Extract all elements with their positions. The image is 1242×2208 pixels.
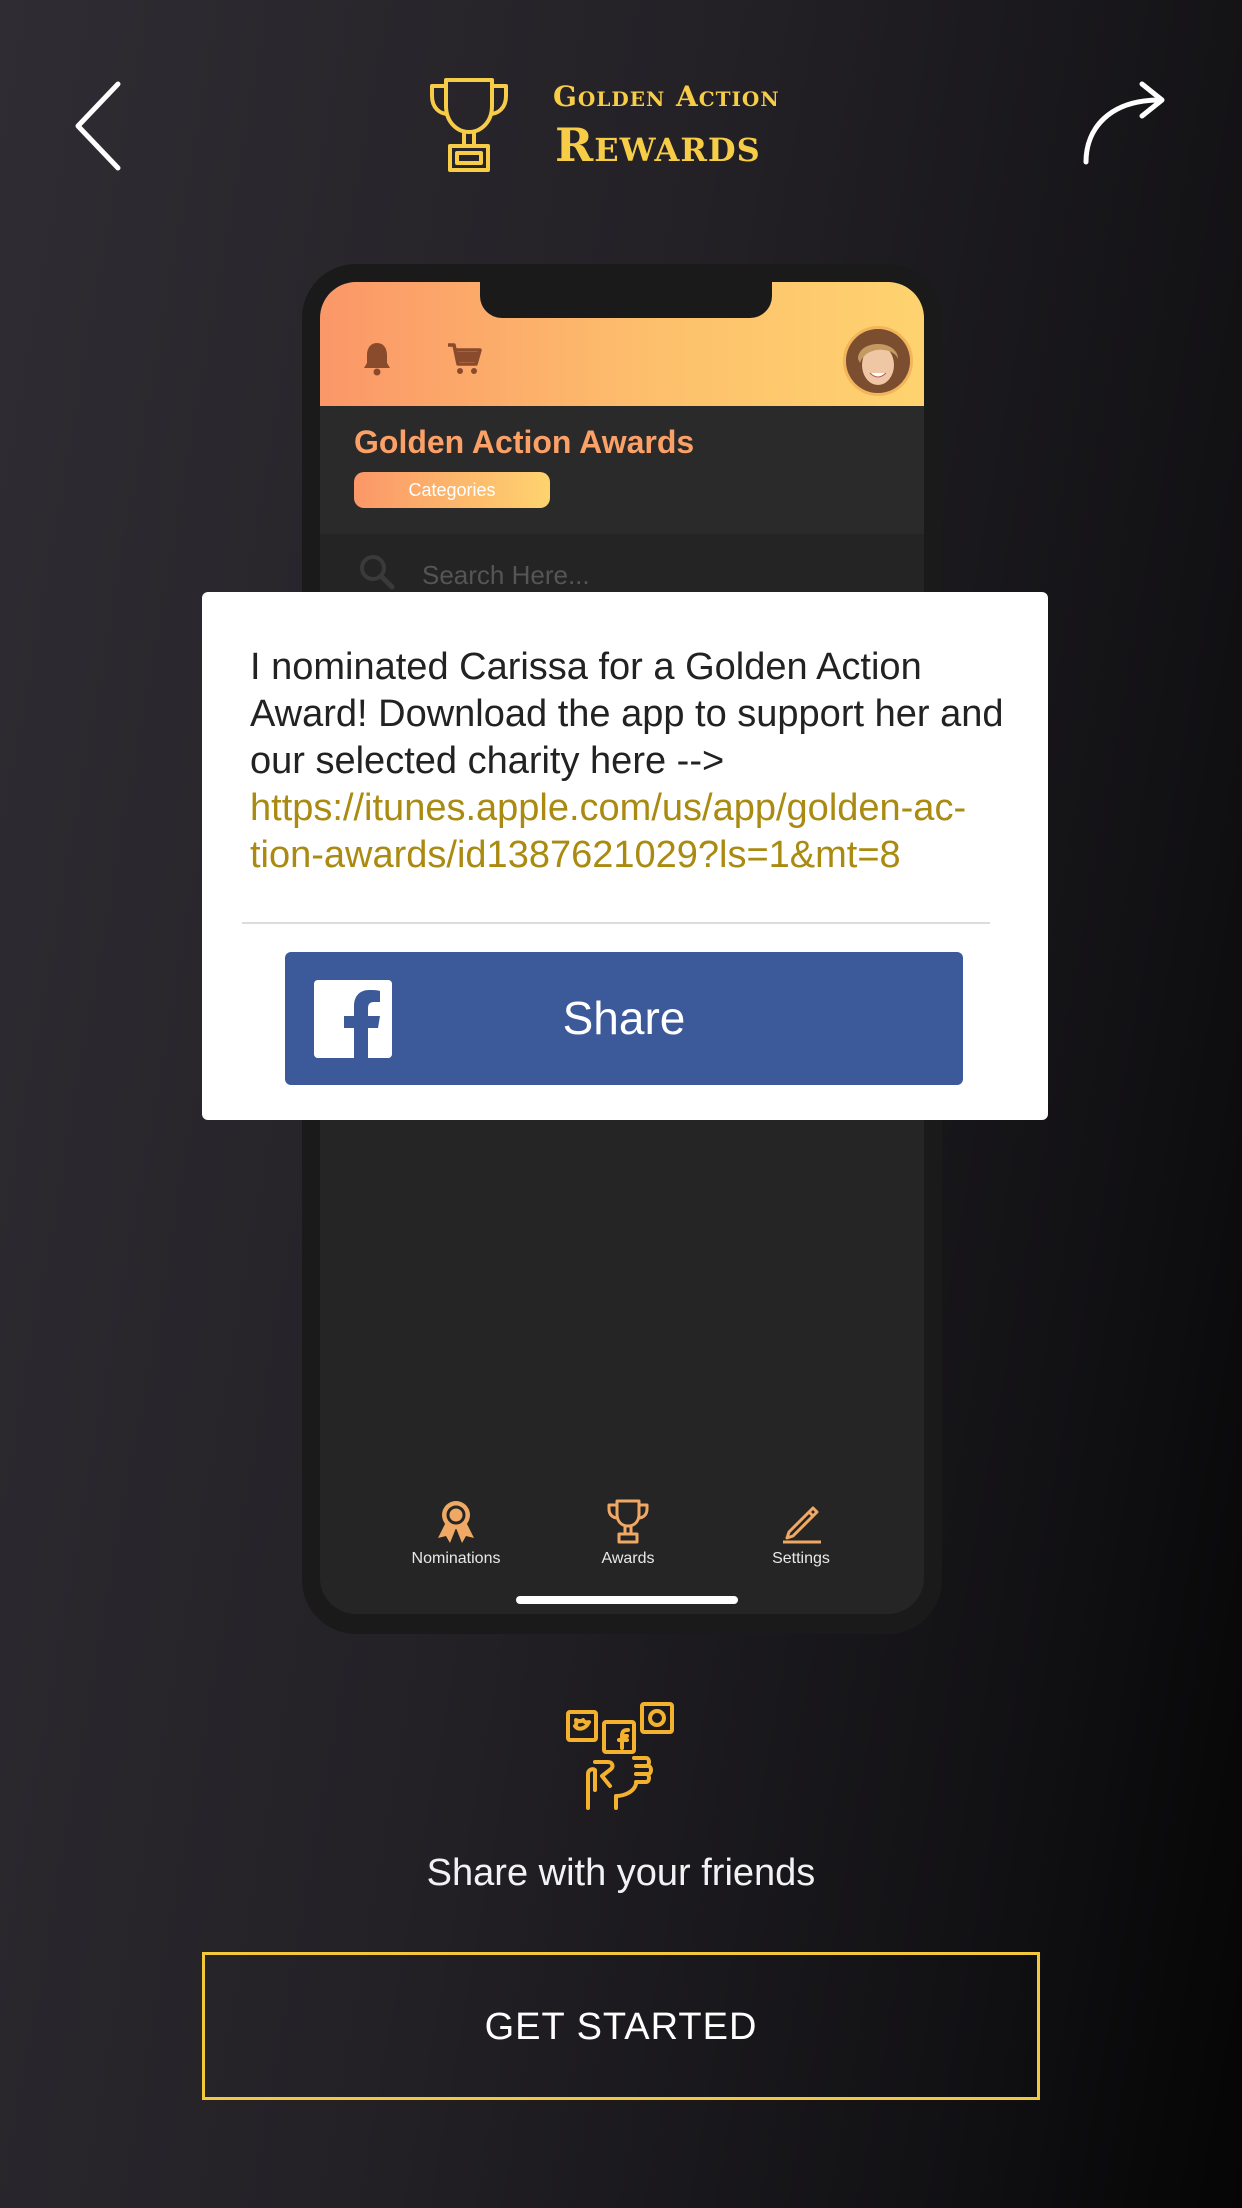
home-indicator	[516, 1596, 738, 1604]
cart-icon[interactable]	[446, 340, 482, 376]
bell-icon[interactable]	[362, 340, 392, 376]
share-message: I nominated Carissa for a Golden Action …	[250, 644, 1010, 879]
back-chevron-icon[interactable]	[70, 78, 130, 174]
share-message-text: I nominated Carissa for a Golden Action …	[250, 646, 1004, 782]
categories-button[interactable]: Categories	[354, 472, 550, 508]
brand-name-line1: Golden Action	[553, 80, 780, 113]
search-icon	[360, 555, 395, 590]
facebook-share-label: Share	[562, 992, 686, 1044]
avatar[interactable]	[843, 326, 913, 396]
search-placeholder: Search Here...	[422, 560, 590, 590]
trophy-icon	[607, 1499, 649, 1544]
pencil-icon	[783, 1506, 821, 1544]
share-with-friends-text: Share with your friends	[426, 1852, 816, 1894]
nav-awards[interactable]: Awards	[568, 1498, 688, 1568]
nav-settings[interactable]: Settings	[741, 1498, 861, 1568]
brand-name-line2: Rewards	[555, 118, 761, 172]
nav-nominations-label: Nominations	[411, 1550, 501, 1567]
social-share-hand-icon	[566, 1702, 674, 1810]
share-arrow-icon[interactable]	[1080, 78, 1170, 168]
nav-settings-label: Settings	[772, 1550, 830, 1567]
phone-notch	[480, 282, 772, 318]
nav-awards-label: Awards	[601, 1550, 655, 1567]
share-link-line1[interactable]: https://itunes.apple.com/us/app/golden-a…	[250, 787, 966, 829]
trophy-icon	[430, 78, 508, 172]
get-started-button[interactable]: GET STARTED	[202, 1952, 1040, 2100]
nav-nominations[interactable]: Nominations	[396, 1498, 516, 1568]
app-title: Golden Action Awards	[354, 424, 695, 460]
dialog-divider	[242, 922, 990, 924]
ribbon-icon	[438, 1501, 474, 1543]
share-link-line2[interactable]: tion-awards/id1387621029?ls=1&mt=8	[250, 834, 901, 876]
